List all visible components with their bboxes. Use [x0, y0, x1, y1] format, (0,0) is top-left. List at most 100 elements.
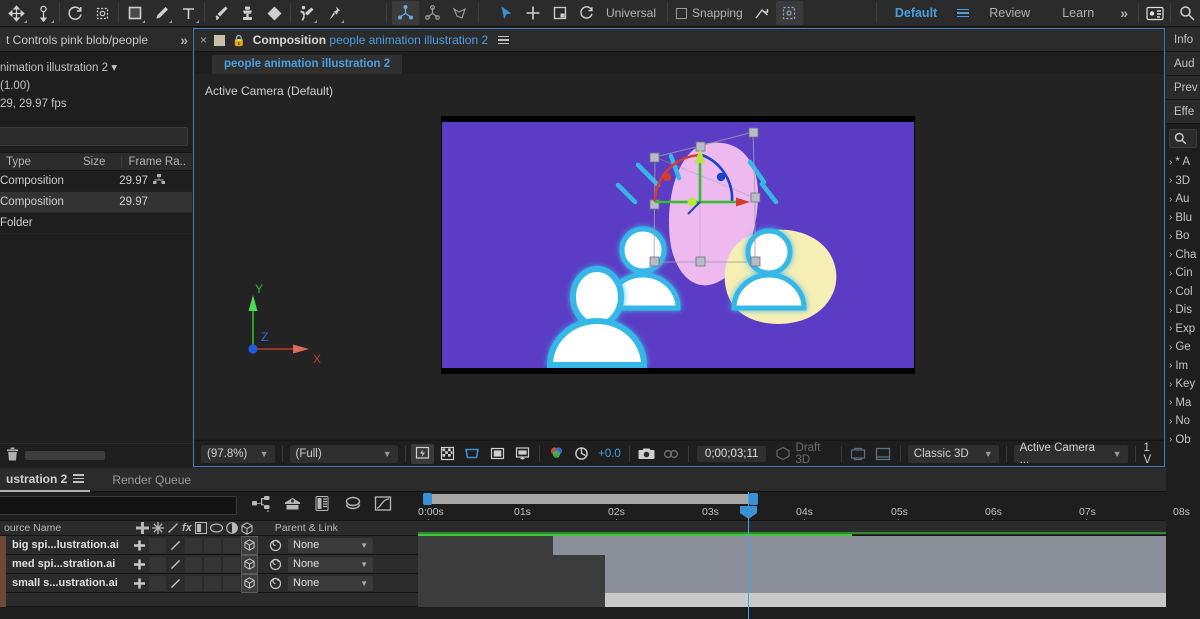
canvas-artwork[interactable]: [442, 122, 914, 368]
snapping-checkbox[interactable]: Snapping: [670, 6, 749, 20]
current-time-display[interactable]: 0;00;03;11: [697, 446, 767, 462]
layer-fx-toggle[interactable]: [185, 557, 202, 572]
world-axis-mode-icon[interactable]: [419, 1, 446, 25]
clone-stamp-tool[interactable]: [234, 1, 261, 25]
scale-box-icon[interactable]: [546, 1, 573, 25]
layer-name[interactable]: med spi...stration.ai: [6, 558, 131, 570]
close-icon[interactable]: ×: [200, 33, 207, 47]
table-row[interactable]: med spi...stration.ai None: [0, 555, 1166, 574]
column-parent-link[interactable]: Parent & Link: [275, 522, 338, 534]
roto-brush-tool[interactable]: [293, 1, 320, 25]
selection-arrow-icon[interactable]: [492, 1, 519, 25]
layer-anchor-icon[interactable]: [131, 574, 148, 593]
column-framerate[interactable]: Frame Ra..: [121, 156, 192, 168]
project-search-input[interactable]: [0, 127, 188, 146]
parent-pickwhip-icon[interactable]: [267, 536, 284, 555]
pen-tool[interactable]: [148, 1, 175, 25]
layer-name[interactable]: big spi...lustration.ai: [6, 539, 131, 551]
camera-select[interactable]: Active Camera ... ▼: [1014, 445, 1128, 463]
layer-fx-toggle[interactable]: [185, 538, 202, 553]
workspace-overflow-icon[interactable]: »: [1110, 5, 1136, 21]
effect-category[interactable]: ›Key: [1166, 375, 1200, 394]
parent-pickwhip-icon[interactable]: [267, 555, 284, 574]
panel-tab-info[interactable]: Info: [1166, 28, 1200, 52]
effect-category[interactable]: ›Ma: [1166, 394, 1200, 413]
layer-fx-toggle[interactable]: [185, 576, 202, 591]
timeline-ruler[interactable]: 0:00s 01s 02s 03s 04s 05s 06s 07s 08s: [418, 492, 1166, 520]
workspace-settings-icon[interactable]: [1141, 1, 1168, 25]
composition-panel-menu-icon[interactable]: [498, 36, 509, 45]
layer-solo-toggle[interactable]: [149, 576, 166, 591]
workspace-menu-icon[interactable]: [953, 9, 973, 18]
effect-category[interactable]: ›Au: [1166, 190, 1200, 209]
viewer-layout-icon[interactable]: [872, 444, 895, 464]
project-row[interactable]: Composition 29.97: [0, 192, 192, 213]
project-zoom-slider[interactable]: [25, 451, 105, 460]
brush-tool[interactable]: [207, 1, 234, 25]
unified-camera-tool[interactable]: [89, 1, 116, 25]
layer-name[interactable]: small s...ustration.ai: [6, 577, 131, 589]
extended-viewer-icon[interactable]: [847, 444, 870, 464]
transparency-grid-icon[interactable]: [436, 444, 459, 464]
transform-box-icon[interactable]: [776, 1, 803, 25]
effect-category[interactable]: ›Ob: [1166, 431, 1200, 450]
composition-breadcrumb-chip[interactable]: people animation illustration 2: [212, 55, 402, 74]
effect-category[interactable]: ›Bo: [1166, 227, 1200, 246]
layer-blur-toggle[interactable]: [223, 538, 240, 553]
layer-3d-toggle[interactable]: [241, 574, 258, 593]
layer-solo-toggle[interactable]: [149, 538, 166, 553]
composition-viewer[interactable]: Active Camera (Default) Y X Z: [194, 74, 1164, 439]
exposure-reset-icon[interactable]: [570, 444, 593, 464]
exposure-value[interactable]: +0.0: [594, 448, 625, 460]
move-tool[interactable]: [3, 1, 30, 25]
layer-slash-icon[interactable]: [167, 555, 184, 574]
fast-preview-icon[interactable]: [411, 444, 434, 464]
composition-canvas[interactable]: [441, 116, 915, 374]
effect-category[interactable]: ›* A: [1166, 153, 1200, 172]
renderer-select[interactable]: Classic 3D ▼: [908, 445, 999, 463]
layer-anchor-icon[interactable]: [131, 555, 148, 574]
lock-icon[interactable]: 🔒: [232, 34, 246, 47]
frame-blending-icon[interactable]: [344, 495, 362, 515]
resolution-select[interactable]: (Full) ▼: [290, 445, 398, 463]
layer-adjust-toggle[interactable]: [204, 576, 221, 591]
type-tool[interactable]: [175, 1, 202, 25]
panel-tab-preview[interactable]: Prev: [1166, 76, 1200, 100]
left-panel-overflow-icon[interactable]: »: [180, 32, 186, 48]
zoom-select[interactable]: (97.8%) ▼: [201, 445, 275, 463]
eraser-tool[interactable]: [261, 1, 288, 25]
table-row[interactable]: [0, 593, 1166, 607]
rotate-icon[interactable]: [573, 1, 600, 25]
draft-3d-toggle-icon[interactable]: [283, 495, 302, 515]
rotation-tool[interactable]: [62, 1, 89, 25]
playhead[interactable]: [748, 492, 749, 619]
anchor-point-tool[interactable]: [30, 1, 57, 25]
project-row[interactable]: Composition 29.97: [0, 171, 192, 192]
panel-tab-audio[interactable]: Aud: [1166, 52, 1200, 76]
local-axis-mode-icon[interactable]: [392, 1, 419, 25]
effect-category[interactable]: ›3D: [1166, 172, 1200, 191]
table-row[interactable]: big spi...lustration.ai None: [0, 536, 1166, 555]
layer-solo-toggle[interactable]: [149, 557, 166, 572]
shape-tool[interactable]: [121, 1, 148, 25]
project-row[interactable]: Folder: [0, 213, 192, 234]
show-snapshot-icon[interactable]: [660, 444, 683, 464]
timeline-tab-composition[interactable]: ustration 2: [0, 468, 90, 492]
layer-blur-toggle[interactable]: [223, 576, 240, 591]
layer-slash-icon[interactable]: [167, 574, 184, 593]
region-of-interest-icon[interactable]: [461, 444, 484, 464]
work-area-end-handle[interactable]: [749, 493, 758, 505]
layer-slash-icon[interactable]: [167, 536, 184, 555]
timeline-tab-render-queue[interactable]: Render Queue: [90, 468, 213, 492]
effects-search-input[interactable]: [1169, 129, 1197, 148]
panel-tab-effects[interactable]: Effe: [1166, 100, 1200, 124]
layer-3d-toggle[interactable]: [241, 555, 258, 574]
effect-category[interactable]: ›Im: [1166, 357, 1200, 376]
effect-controls-tab-label[interactable]: t Controls pink blob/people: [6, 33, 148, 47]
snap-arrow-icon[interactable]: [749, 1, 776, 25]
graph-editor-icon[interactable]: [374, 495, 393, 515]
take-snapshot-icon[interactable]: [635, 444, 658, 464]
timeline-panel-menu-icon[interactable]: [73, 474, 84, 483]
effect-category[interactable]: ›No: [1166, 412, 1200, 431]
view-count-value[interactable]: 1 V: [1139, 442, 1160, 466]
